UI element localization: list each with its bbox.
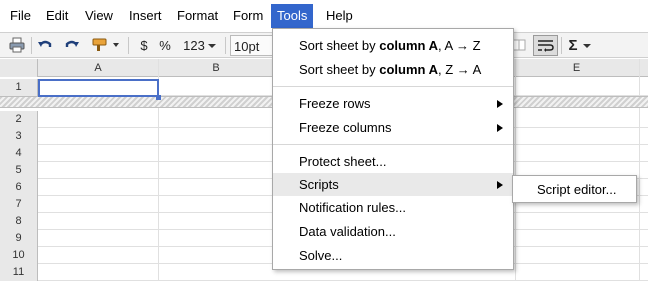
redo-icon[interactable] (61, 35, 83, 56)
menu-item-label: Solve... (299, 248, 343, 263)
sort-column: column A (379, 62, 438, 77)
menu-item-label: Notification rules... (299, 200, 406, 215)
currency-format-button[interactable]: $ (136, 35, 152, 56)
submenu-arrow-icon (497, 181, 503, 189)
menu-item-freeze-rows[interactable]: Freeze rows (273, 92, 513, 115)
number-format-button[interactable]: 123 (180, 35, 208, 56)
scripts-submenu: Script editor... (512, 175, 637, 203)
menu-item-script-editor[interactable]: Script editor... (513, 178, 636, 201)
column-header-b[interactable]: B (159, 59, 274, 77)
menu-item-scripts[interactable]: Scripts (273, 173, 513, 196)
sort-column: column A (379, 38, 438, 53)
toolbar-separator (128, 37, 129, 54)
row-header[interactable]: 3 (0, 128, 38, 145)
menu-item-data-validation[interactable]: Data validation... (273, 220, 513, 243)
menu-item-protect-sheet[interactable]: Protect sheet... (273, 150, 513, 173)
chevron-down-icon[interactable] (582, 35, 592, 56)
font-size-select[interactable]: 10pt (230, 35, 274, 56)
menu-tools[interactable]: Tools (271, 4, 314, 28)
column-header-a[interactable]: A (38, 59, 159, 77)
menu-item-solve[interactable]: Solve... (273, 244, 513, 267)
menu-item-label: Scripts (299, 177, 339, 192)
undo-icon[interactable] (34, 35, 56, 56)
select-all-corner[interactable] (0, 59, 38, 77)
menu-item-label: Freeze columns (299, 120, 392, 135)
selected-cell-a1[interactable] (38, 79, 159, 97)
print-icon[interactable] (6, 35, 28, 56)
wrap-text-button[interactable] (533, 35, 558, 56)
row-header[interactable]: 4 (0, 145, 38, 162)
row-header[interactable]: 2 (0, 111, 38, 128)
submenu-arrow-icon (497, 124, 503, 132)
menu-help[interactable]: Help (320, 4, 359, 28)
sum-button[interactable]: Σ (565, 35, 581, 56)
menu-form[interactable]: Form (227, 4, 269, 28)
sort-suffix: , Z → A (437, 62, 482, 77)
sort-prefix: Sort sheet by (299, 62, 380, 77)
toolbar-separator (31, 37, 32, 54)
menu-separator (273, 86, 513, 87)
row-header[interactable]: 1 (0, 79, 38, 96)
row-header[interactable]: 8 (0, 213, 38, 230)
paint-format-icon[interactable] (89, 35, 123, 56)
fill-handle[interactable] (156, 95, 161, 100)
chevron-down-icon[interactable] (207, 35, 217, 56)
toolbar-separator (225, 37, 226, 54)
menu-insert[interactable]: Insert (123, 4, 168, 28)
tools-menu: Sort sheet by column A, A → Z Sort sheet… (272, 28, 514, 270)
row-header[interactable]: 10 (0, 247, 38, 264)
menu-item-freeze-columns[interactable]: Freeze columns (273, 116, 513, 139)
row-header[interactable]: 5 (0, 162, 38, 179)
menu-item-sort-a-z[interactable]: Sort sheet by column A, A → Z (273, 34, 513, 57)
row-header[interactable]: 11 (0, 264, 38, 281)
menu-item-label: Freeze rows (299, 96, 371, 111)
sort-suffix: , A → Z (437, 38, 481, 53)
menu-item-label: Protect sheet... (299, 154, 387, 169)
sort-prefix: Sort sheet by (299, 38, 380, 53)
menu-format[interactable]: Format (171, 4, 224, 28)
menu-separator (273, 144, 513, 145)
submenu-arrow-icon (497, 100, 503, 108)
font-size-value: 10pt (234, 39, 260, 54)
menu-item-notification-rules[interactable]: Notification rules... (273, 196, 513, 219)
menu-item-label: Data validation... (299, 224, 396, 239)
row-header[interactable]: 6 (0, 179, 38, 196)
percent-format-button[interactable]: % (156, 35, 174, 56)
row-header[interactable]: 9 (0, 230, 38, 247)
row-header[interactable]: 7 (0, 196, 38, 213)
menu-view[interactable]: View (79, 4, 119, 28)
menu-item-sort-z-a[interactable]: Sort sheet by column A, Z → A (273, 58, 513, 81)
menu-file[interactable]: File (4, 4, 37, 28)
wrap-text-icon (538, 40, 554, 52)
column-header-e[interactable]: E (514, 59, 640, 77)
menu-edit[interactable]: Edit (40, 4, 74, 28)
toolbar-separator (561, 37, 562, 54)
